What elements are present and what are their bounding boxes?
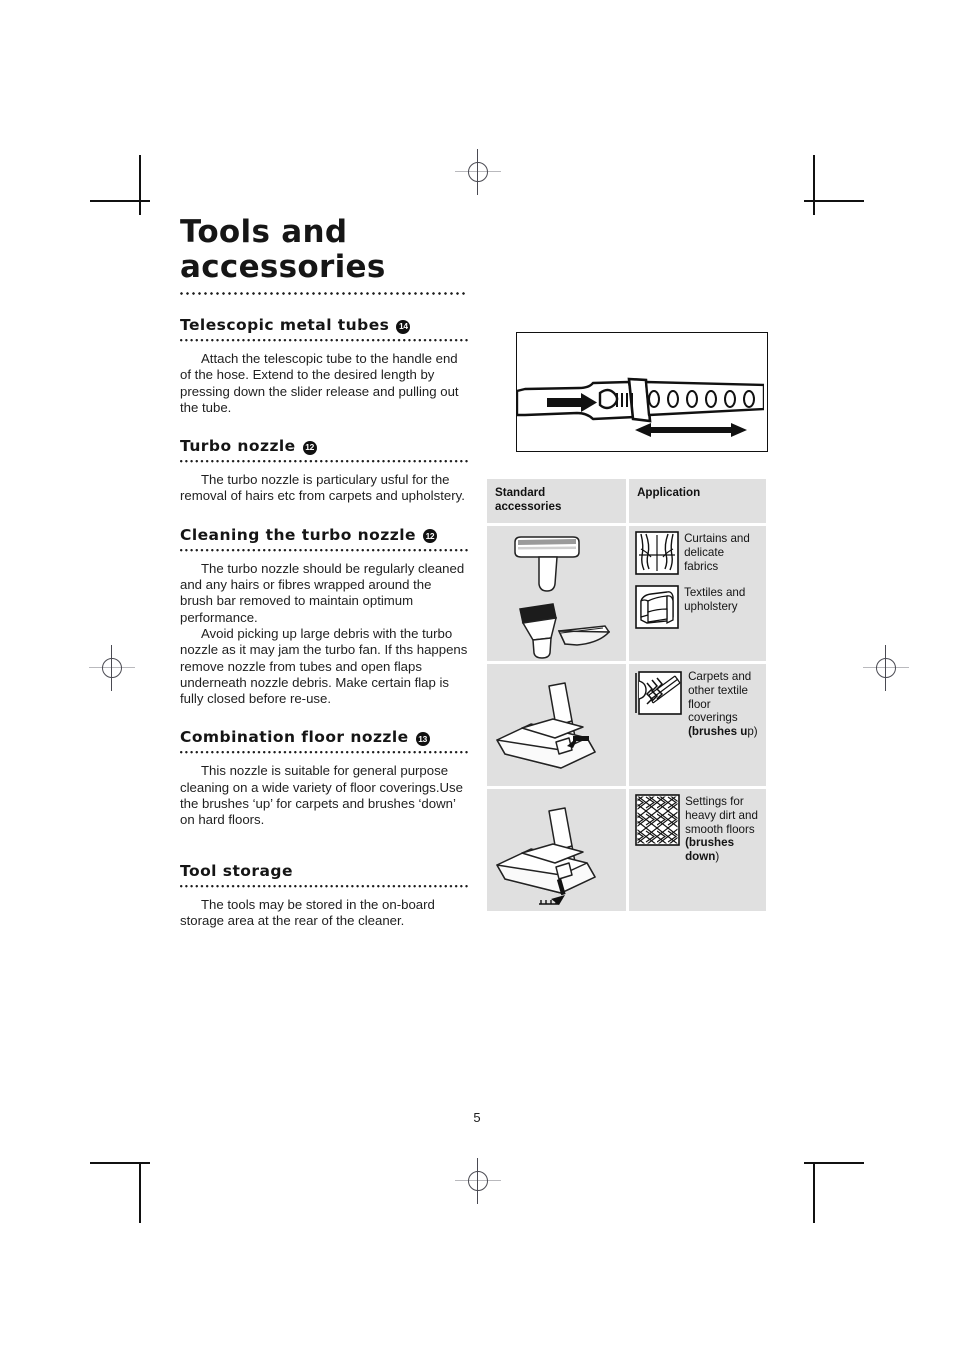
- reference-badge-13: 13: [415, 731, 430, 746]
- accessory-tools-cell: [487, 523, 627, 661]
- section-heading-label: Turbo nozzle: [180, 437, 296, 456]
- application-item: Settings for heavy dirt and smooth floor…: [629, 789, 766, 869]
- application-label-text: Carpets and other textile floor covering…: [688, 670, 752, 725]
- accessory-tools-cell: [487, 786, 627, 911]
- section-paragraph: The tools may be stored in the on-board …: [180, 896, 435, 928]
- section-heading-label: Tool storage: [180, 861, 293, 880]
- application-item: Carpets and other textile floor covering…: [629, 664, 766, 744]
- section-heading: Turbo nozzle 12: [180, 437, 468, 456]
- table-row: Settings for heavy dirt and smooth floor…: [487, 786, 766, 911]
- section-heading-label: Telescopic metal tubes: [180, 316, 390, 334]
- section-dotted-rule: [180, 884, 468, 888]
- application-label-bold: (brushes u: [688, 725, 748, 739]
- upholstery-nozzle-dusting-brush-crevice-tool-icon: [514, 536, 610, 659]
- section-heading-label: Combination floor nozzle: [180, 728, 409, 747]
- reference-badge-14: 14: [396, 319, 411, 334]
- application-label: Curtains and delicate fabrics: [684, 532, 750, 573]
- crop-mark-top-left-h: [90, 200, 150, 202]
- main-text-column: Tools and accessories Telescopic metal t…: [180, 215, 468, 929]
- column-header-standard-accessories: Standard accessories: [487, 479, 627, 523]
- application-label: Textiles and upholstery: [684, 586, 746, 613]
- section-dotted-rule: [180, 339, 468, 342]
- section-paragraph: Attach the telescopic tube to the handle…: [180, 351, 459, 415]
- section-heading: Telescopic metal tubes 14: [180, 316, 468, 335]
- crop-mark-top-left-v: [139, 155, 141, 215]
- section-turbo-nozzle: Turbo nozzle 12 The turbo nozzle is part…: [180, 437, 468, 505]
- application-label-tail: ): [715, 850, 720, 864]
- section-dotted-rule: [180, 751, 468, 755]
- registration-mark-right: [863, 645, 909, 691]
- crop-mark-bottom-left-h: [90, 1162, 150, 1164]
- application-item: Curtains and delicate fabrics: [629, 526, 766, 580]
- crop-mark-top-right-v: [813, 155, 815, 215]
- reference-badge-12: 12: [302, 440, 317, 455]
- application-cell: Settings for heavy dirt and smooth floor…: [626, 786, 766, 911]
- application-cell: Curtains and delicate fabrics Textiles a…: [626, 523, 766, 661]
- section-combination-floor-nozzle: Combination floor nozzle 13 This nozzle …: [180, 728, 468, 828]
- armchair-icon: [635, 585, 679, 629]
- section-dotted-rule: [180, 548, 468, 552]
- page-number: 5: [473, 1110, 481, 1125]
- combination-floor-nozzle-brushes-up-icon: [496, 682, 596, 769]
- title-dotted-rule: [180, 292, 468, 295]
- application-label-bold: (brushes down: [685, 836, 735, 864]
- document-page: Tools and accessories Telescopic metal t…: [0, 0, 954, 1351]
- section-paragraph: Avoid picking up large debris with the t…: [180, 625, 468, 707]
- section-paragraph: The turbo nozzle should be regularly cle…: [180, 560, 465, 625]
- section-heading: Tool storage: [180, 862, 468, 881]
- table-row: Carpets and other textile floor covering…: [487, 661, 766, 786]
- registration-mark-bottom: [455, 1158, 501, 1204]
- reference-badge-12: 12: [422, 529, 437, 544]
- carpet-icon: [635, 669, 683, 717]
- crop-mark-bottom-left-v: [139, 1163, 141, 1223]
- curtains-icon: [635, 531, 679, 575]
- crop-mark-bottom-right-v: [813, 1163, 815, 1223]
- parquet-floor-icon: [635, 794, 680, 846]
- standard-accessories-table: Standard accessories Application Curtain…: [487, 479, 766, 911]
- telescopic-tube-illustration: [516, 332, 768, 452]
- crop-mark-top-right-h: [804, 200, 864, 202]
- section-paragraph: The turbo nozzle is particulary usful fo…: [180, 472, 465, 504]
- section-cleaning-the-turbo-nozzle: Cleaning the turbo nozzle 12 The turbo n…: [180, 526, 468, 708]
- accessory-tools-cell: [487, 661, 627, 786]
- application-label: Carpets and other textile floor covering…: [688, 669, 761, 739]
- application-item: Textiles and upholstery: [629, 580, 766, 634]
- registration-mark-top: [455, 149, 501, 195]
- application-label-tail: p): [747, 725, 758, 739]
- section-paragraph: This nozzle is suitable for general purp…: [180, 763, 463, 828]
- section-heading-label: Cleaning the turbo nozzle: [180, 525, 416, 544]
- application-cell: Carpets and other textile floor covering…: [626, 661, 766, 786]
- section-tool-storage: Tool storage The tools may be stored in …: [180, 862, 468, 930]
- section-heading: Combination floor nozzle 13: [180, 728, 468, 747]
- section-dotted-rule: [180, 460, 468, 464]
- section-telescopic-metal-tubes: Telescopic metal tubes 14 Attach the tel…: [180, 316, 468, 416]
- section-heading: Cleaning the turbo nozzle 12: [180, 526, 468, 545]
- telescopic-tube-drawing: [517, 377, 764, 437]
- application-label-text: Settings for heavy dirt and smooth floor…: [685, 795, 758, 836]
- registration-mark-left: [89, 645, 135, 691]
- column-header-application: Application: [626, 479, 766, 523]
- application-label: Settings for heavy dirt and smooth floor…: [685, 794, 758, 864]
- table-header-row: Standard accessories Application: [487, 479, 766, 523]
- combination-floor-nozzle-brushes-down-icon: [496, 807, 596, 905]
- table-row: Curtains and delicate fabrics Textiles a…: [487, 523, 766, 661]
- crop-mark-bottom-right-h: [804, 1162, 864, 1164]
- page-title: Tools and accessories: [180, 214, 386, 285]
